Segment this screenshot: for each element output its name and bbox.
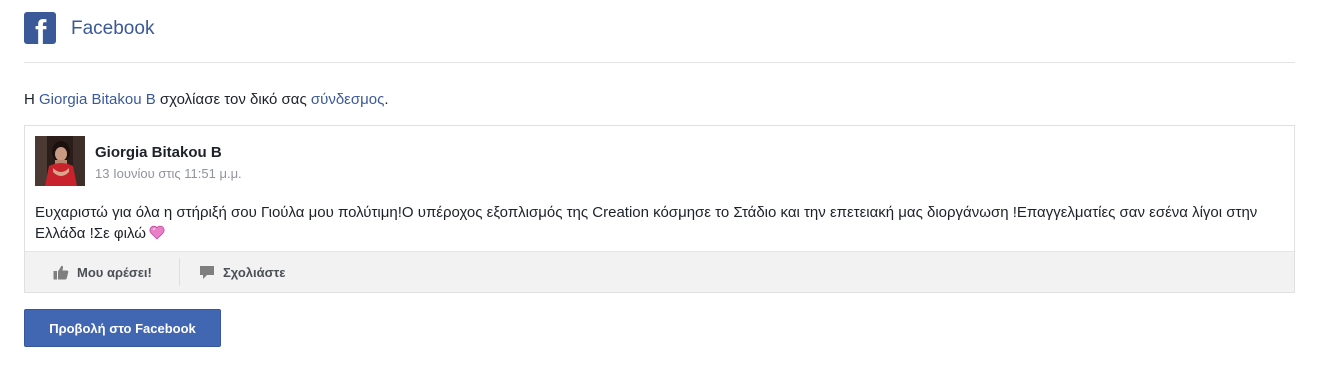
notice-middle: σχολίασε τον δικό σας bbox=[155, 91, 311, 108]
comment-author[interactable]: Giorgia Bitakou B bbox=[95, 144, 222, 161]
avatar[interactable] bbox=[35, 136, 85, 186]
notice-suffix: . bbox=[384, 91, 389, 108]
comment-card: Giorgia Bitakou B 13 Ιουνίου στις 11:51 … bbox=[24, 125, 1295, 293]
comment-button[interactable]: Σχολιάστε bbox=[199, 252, 285, 292]
action-bar: Μου αρέσει! Σχολιάστε bbox=[25, 251, 1294, 292]
thumbs-up-icon bbox=[53, 265, 69, 279]
facebook-logo-icon: f bbox=[24, 12, 56, 44]
like-button[interactable]: Μου αρέσει! bbox=[53, 252, 152, 292]
action-divider bbox=[179, 258, 180, 286]
comment-timestamp[interactable]: 13 Ιουνίου στις 11:51 μ.μ. bbox=[95, 166, 242, 181]
comment-body: Ευχαριστώ για όλα η στήριξή σου Γιούλα μ… bbox=[35, 204, 1258, 242]
logo-letter: f bbox=[35, 14, 47, 44]
brand-name[interactable]: Facebook bbox=[71, 18, 154, 40]
notification-text: Η Giorgia Bitakou B σχολίασε τον δικό σα… bbox=[24, 91, 389, 108]
shared-link[interactable]: σύνδεσμος bbox=[311, 91, 384, 108]
view-on-facebook-button[interactable]: Προβολή στο Facebook bbox=[24, 309, 221, 347]
avatar-image bbox=[35, 136, 85, 186]
commenter-link[interactable]: Giorgia Bitakou B bbox=[39, 91, 156, 108]
notice-prefix: Η bbox=[24, 91, 39, 108]
comment-text: Ευχαριστώ για όλα η στήριξή σου Γιούλα μ… bbox=[35, 202, 1275, 246]
comment-label: Σχολιάστε bbox=[223, 264, 286, 280]
email-header: f Facebook bbox=[24, 12, 1295, 63]
like-label: Μου αρέσει! bbox=[77, 264, 152, 280]
heart-icon bbox=[149, 225, 165, 246]
comment-icon bbox=[200, 265, 214, 279]
